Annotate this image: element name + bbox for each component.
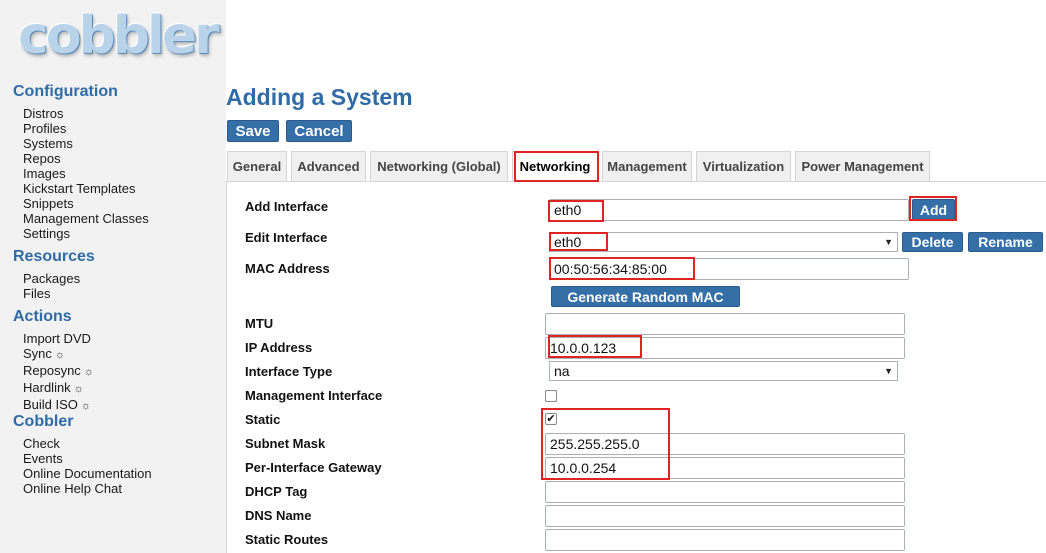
tab-virtualization[interactable]: Virtualization: [696, 151, 791, 181]
tab-management[interactable]: Management: [602, 151, 692, 181]
subnet-mask-label: Subnet Mask: [245, 436, 326, 451]
gear-icon: ☼: [73, 383, 84, 395]
interface-type-value: na: [554, 363, 570, 379]
gateway-label: Per-Interface Gateway: [245, 460, 382, 475]
add-interface-label: Add Interface: [245, 199, 329, 214]
edit-interface-select[interactable]: eth0 ▼: [549, 232, 898, 252]
gear-icon: ☼: [83, 366, 94, 378]
tab-divider: [226, 181, 1046, 182]
mac-address-label: MAC Address: [245, 261, 330, 276]
section-configuration-title: Configuration: [13, 83, 118, 100]
management-interface-checkbox[interactable]: [545, 390, 557, 402]
delete-interface-button[interactable]: Delete: [902, 232, 963, 252]
sidebar-item-events[interactable]: Events: [23, 451, 152, 466]
cobbler-menu: Check Events Online Documentation Online…: [23, 436, 152, 496]
management-interface-label: Management Interface: [245, 388, 383, 403]
sidebar-item-build-iso-label: Build ISO: [23, 397, 78, 412]
sidebar-item-repos[interactable]: Repos: [23, 151, 149, 166]
static-checkbox[interactable]: ✔: [545, 413, 557, 425]
sidebar-item-settings[interactable]: Settings: [23, 226, 149, 241]
sidebar-item-build-iso[interactable]: Build ISO ☼: [23, 397, 94, 414]
generate-random-mac-button[interactable]: Generate Random MAC: [551, 286, 740, 307]
interface-type-select[interactable]: na ▼: [549, 361, 898, 381]
chevron-down-icon: ▼: [884, 366, 893, 376]
add-interface-button[interactable]: Add: [912, 199, 955, 221]
add-interface-input[interactable]: eth0: [549, 199, 909, 221]
static-label: Static: [245, 412, 281, 427]
panel-border: [226, 181, 227, 553]
sidebar-item-import-dvd[interactable]: Import DVD: [23, 331, 94, 346]
sidebar-item-images[interactable]: Images: [23, 166, 149, 181]
section-actions-title: Actions: [13, 308, 72, 325]
gateway-input[interactable]: 10.0.0.254: [545, 457, 905, 479]
section-resources-title: Resources: [13, 248, 95, 265]
dns-name-label: DNS Name: [245, 508, 312, 523]
static-routes-label: Static Routes: [245, 532, 329, 547]
sidebar-item-check[interactable]: Check: [23, 436, 152, 451]
sidebar-item-management-classes[interactable]: Management Classes: [23, 211, 149, 226]
sidebar-item-sync-label: Sync: [23, 346, 52, 361]
actions-menu: Import DVD Sync ☼ Reposync ☼ Hardlink ☼ Bui…: [23, 331, 94, 414]
ip-address-input[interactable]: 10.0.0.123: [545, 337, 905, 359]
interface-type-label: Interface Type: [245, 364, 333, 379]
tab-networking-global[interactable]: Networking (Global): [370, 151, 508, 181]
sidebar-item-packages[interactable]: Packages: [23, 271, 80, 286]
sidebar-item-hardlink-label: Hardlink: [23, 380, 71, 395]
sidebar-item-reposync-label: Reposync: [23, 363, 81, 378]
mac-address-input[interactable]: 00:50:56:34:85:00: [549, 258, 909, 280]
cancel-button[interactable]: Cancel: [286, 120, 352, 142]
dhcp-tag-input[interactable]: [545, 481, 905, 503]
gear-icon: ☼: [80, 400, 92, 412]
sidebar-item-sync[interactable]: Sync ☼: [23, 346, 94, 363]
dhcp-tag-label: DHCP Tag: [245, 484, 308, 499]
sidebar-item-distros[interactable]: Distros: [23, 106, 149, 121]
sidebar-item-online-documentation[interactable]: Online Documentation: [23, 466, 152, 481]
sidebar-item-profiles[interactable]: Profiles: [23, 121, 149, 136]
static-routes-input[interactable]: [545, 529, 905, 551]
cobbler-logo[interactable]: cobbler: [18, 6, 220, 66]
edit-interface-value: eth0: [554, 234, 582, 250]
configuration-menu: Distros Profiles Systems Repos Images Ki…: [23, 106, 149, 241]
mtu-label: MTU: [245, 316, 274, 331]
section-cobbler-title: Cobbler: [13, 413, 74, 430]
dns-name-input[interactable]: [545, 505, 905, 527]
gear-icon: ☼: [54, 349, 65, 361]
mtu-input[interactable]: [545, 313, 905, 335]
subnet-mask-input[interactable]: 255.255.255.0: [545, 433, 905, 455]
chevron-down-icon: ▼: [884, 237, 893, 247]
sidebar-item-files[interactable]: Files: [23, 286, 80, 301]
sidebar-item-snippets[interactable]: Snippets: [23, 196, 149, 211]
tab-networking[interactable]: Networking: [512, 151, 598, 181]
save-button[interactable]: Save: [227, 120, 279, 142]
sidebar: cobbler Configuration Distros Profiles S…: [0, 0, 226, 553]
sidebar-item-hardlink[interactable]: Hardlink ☼: [23, 380, 94, 397]
tab-power-management[interactable]: Power Management: [795, 151, 930, 181]
rename-interface-button[interactable]: Rename: [968, 232, 1043, 252]
sidebar-item-kickstart-templates[interactable]: Kickstart Templates: [23, 181, 149, 196]
page-title: Adding a System: [226, 84, 413, 110]
tab-general[interactable]: General: [227, 151, 287, 181]
edit-interface-label: Edit Interface: [245, 230, 328, 245]
sidebar-item-reposync[interactable]: Reposync ☼: [23, 363, 94, 380]
sidebar-item-online-help-chat[interactable]: Online Help Chat: [23, 481, 152, 496]
tab-advanced[interactable]: Advanced: [291, 151, 366, 181]
sidebar-item-systems[interactable]: Systems: [23, 136, 149, 151]
tab-bar: General Advanced Networking (Global) Net…: [226, 150, 1046, 182]
resources-menu: Packages Files: [23, 271, 80, 301]
ip-address-label: IP Address: [245, 340, 313, 355]
